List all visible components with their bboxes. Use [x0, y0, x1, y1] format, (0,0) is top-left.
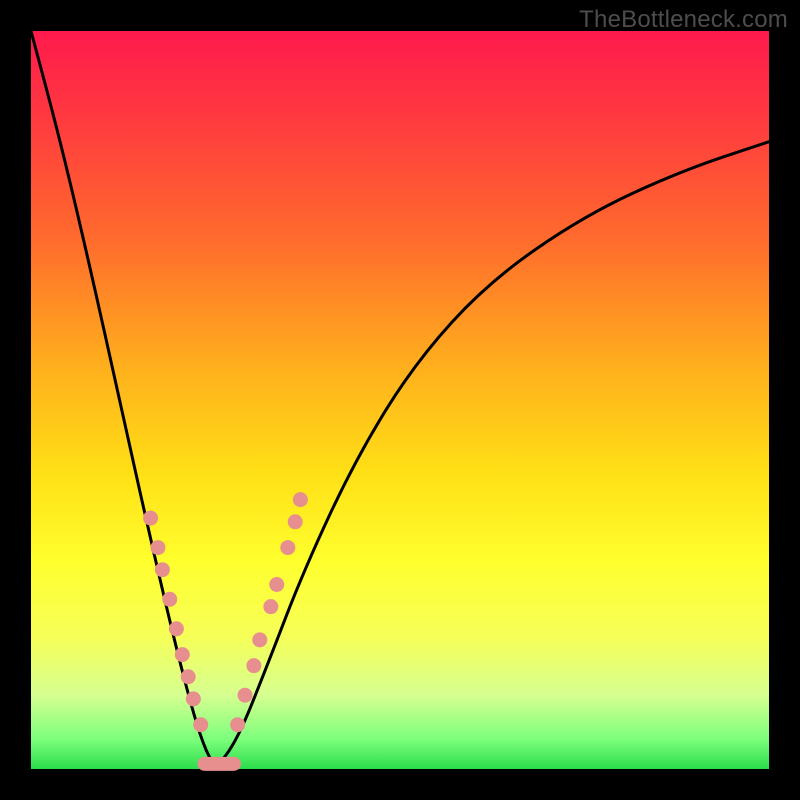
chart-svg	[31, 31, 769, 769]
dot-left-7	[186, 691, 201, 706]
dot-right-5	[269, 577, 284, 592]
dot-right-3	[252, 632, 267, 647]
dot-left-2	[155, 562, 170, 577]
dot-right-1	[238, 688, 253, 703]
dot-right-8	[293, 492, 308, 507]
dot-right-0	[230, 717, 245, 732]
dot-left-6	[181, 669, 196, 684]
bottleneck-curve	[31, 31, 769, 769]
dot-right-2	[246, 658, 261, 673]
chart-frame: TheBottleneck.com	[0, 0, 800, 800]
dot-left-8	[193, 717, 208, 732]
dot-left-4	[169, 621, 184, 636]
dot-left-5	[175, 647, 190, 662]
watermark-text: TheBottleneck.com	[579, 6, 788, 34]
dot-left-3	[162, 592, 177, 607]
dot-right-7	[288, 514, 303, 529]
dot-left-1	[150, 540, 165, 555]
dot-left-0	[143, 511, 158, 526]
curve-right-arm	[216, 142, 770, 769]
dot-right-4	[263, 599, 278, 614]
dot-right-6	[280, 540, 295, 555]
